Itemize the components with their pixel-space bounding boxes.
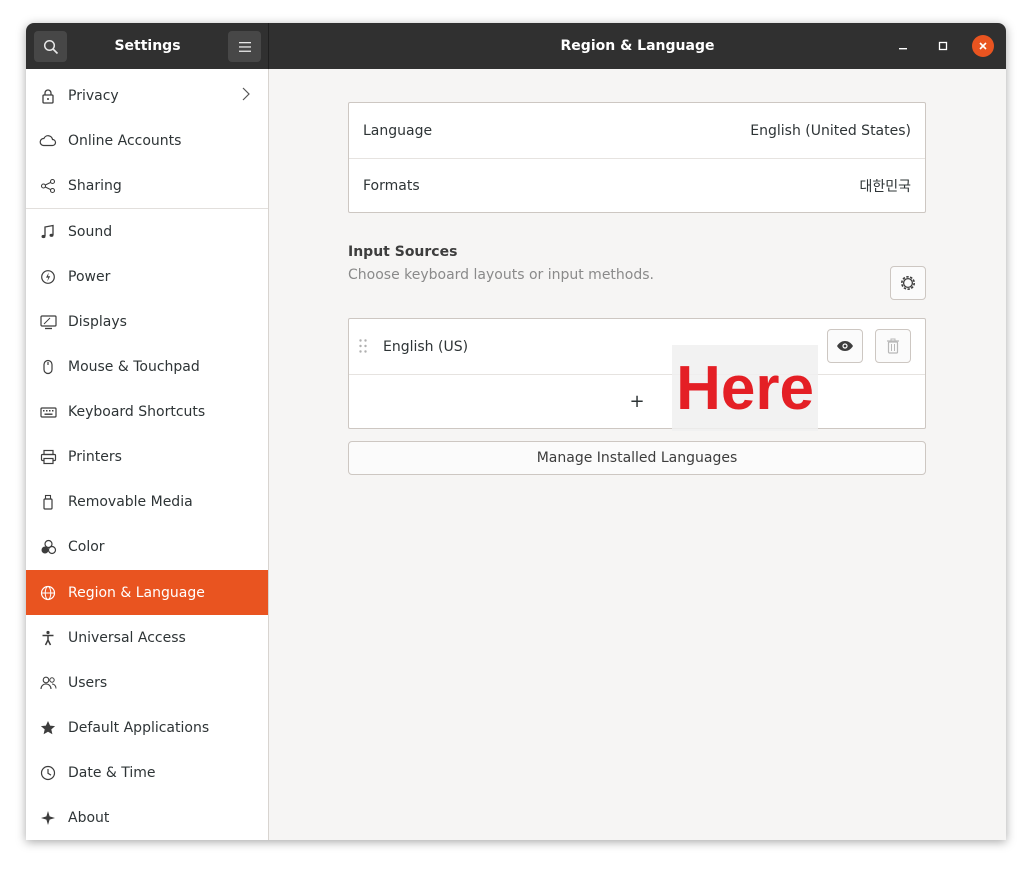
gear-icon: [901, 276, 915, 290]
sidebar-header: Settings: [26, 23, 269, 69]
hamburger-icon: [238, 41, 251, 52]
mouse-icon: [39, 358, 57, 376]
manage-installed-languages-button[interactable]: Manage Installed Languages: [348, 441, 926, 475]
sidebar-item-label: Default Applications: [68, 719, 210, 736]
input-sources-options-button[interactable]: [890, 266, 926, 300]
sidebar-item-privacy[interactable]: Privacy: [26, 73, 268, 118]
color-icon: [39, 538, 57, 556]
music-note-icon: [39, 223, 57, 241]
preview-layout-button[interactable]: [827, 329, 863, 363]
users-icon: [39, 674, 57, 692]
language-value: English (United States): [750, 122, 911, 139]
chevron-right-icon: [242, 87, 250, 105]
add-input-source-row[interactable]: +: [349, 374, 925, 429]
sidebar-item-label: Printers: [68, 448, 122, 465]
sidebar-item-displays[interactable]: Displays: [26, 299, 268, 344]
main-panel: Language English (United States) Formats…: [269, 69, 1006, 840]
printer-icon: [39, 448, 57, 466]
sidebar-item-label: Sound: [68, 223, 113, 240]
sidebar-item-default-applications[interactable]: Default Applications: [26, 705, 268, 750]
share-icon: [39, 177, 57, 195]
sidebar-item-users[interactable]: Users: [26, 660, 268, 705]
annotation-label: Here: [672, 345, 818, 431]
sidebar-item-label: Universal Access: [68, 629, 186, 646]
search-button[interactable]: [34, 31, 67, 62]
maximize-button[interactable]: [932, 35, 954, 57]
sidebar-item-label: Users: [68, 674, 108, 691]
language-row[interactable]: Language English (United States): [349, 103, 925, 158]
sidebar-title: Settings: [114, 38, 181, 54]
keyboard-icon: [39, 403, 57, 421]
sidebar-item-sound[interactable]: Sound: [26, 209, 268, 254]
sidebar-item-label: Mouse & Touchpad: [68, 358, 200, 375]
minimize-icon: [899, 48, 907, 50]
accessibility-icon: [39, 629, 57, 647]
lock-icon: [39, 87, 57, 105]
sidebar-item-label: About: [68, 809, 110, 826]
formats-row[interactable]: Formats 대한민국: [349, 158, 925, 213]
sidebar-item-label: Online Accounts: [68, 132, 182, 149]
settings-window: Settings Region & Language Privacy Onlin…: [26, 23, 1006, 840]
sidebar-item-label: Power: [68, 268, 111, 285]
sidebar-item-color[interactable]: Color: [26, 524, 268, 569]
add-icon: +: [629, 391, 645, 412]
sidebar-item-universal-access[interactable]: Universal Access: [26, 615, 268, 660]
search-icon: [43, 39, 58, 54]
display-icon: [39, 313, 57, 331]
sidebar-item-label: Privacy: [68, 87, 119, 104]
input-sources-heading: Input Sources: [348, 244, 458, 260]
drag-handle-icon[interactable]: [358, 338, 368, 358]
sidebar-item-label: Color: [68, 538, 105, 555]
sidebar-item-sharing[interactable]: Sharing: [26, 163, 268, 208]
sidebar-item-keyboard-shortcuts[interactable]: Keyboard Shortcuts: [26, 389, 268, 434]
sidebar-item-removable-media[interactable]: Removable Media: [26, 479, 268, 524]
maximize-icon: [938, 41, 948, 51]
sidebar-item-label: Removable Media: [68, 493, 193, 510]
formats-value: 대한민국: [859, 178, 911, 195]
star-icon: [39, 719, 57, 737]
sidebar-item-mouse-touchpad[interactable]: Mouse & Touchpad: [26, 344, 268, 389]
input-sources-subtitle: Choose keyboard layouts or input methods…: [348, 267, 654, 283]
minimize-button[interactable]: [892, 35, 914, 57]
input-sources-list: English (US) +: [348, 318, 926, 429]
sidebar-item-label: Date & Time: [68, 764, 156, 781]
globe-icon: [39, 584, 57, 602]
close-icon: [979, 42, 987, 50]
input-source-label: English (US): [383, 338, 469, 355]
power-icon: [39, 268, 57, 286]
sidebar-item-online-accounts[interactable]: Online Accounts: [26, 118, 268, 163]
sparkle-icon: [39, 809, 57, 827]
sidebar: Privacy Online Accounts Sharing Sound Po…: [26, 69, 269, 840]
sidebar-item-region-language[interactable]: Region & Language: [26, 570, 268, 615]
sidebar-item-label: Keyboard Shortcuts: [68, 403, 206, 420]
usb-drive-icon: [39, 493, 57, 511]
cloud-icon: [39, 132, 57, 150]
eye-icon: [837, 341, 853, 351]
sidebar-item-label: Displays: [68, 313, 127, 330]
formats-label: Formats: [363, 177, 420, 194]
input-source-row[interactable]: English (US): [349, 319, 925, 374]
sidebar-item-about[interactable]: About: [26, 795, 268, 840]
sidebar-item-date-time[interactable]: Date & Time: [26, 750, 268, 795]
sidebar-item-printers[interactable]: Printers: [26, 434, 268, 479]
sidebar-item-power[interactable]: Power: [26, 254, 268, 299]
remove-input-source-button[interactable]: [875, 329, 911, 363]
header-bar: Settings Region & Language: [26, 23, 1006, 69]
clock-icon: [39, 764, 57, 782]
language-formats-list: Language English (United States) Formats…: [348, 102, 926, 213]
close-button[interactable]: [972, 35, 994, 57]
language-label: Language: [363, 122, 433, 139]
menu-button[interactable]: [228, 31, 261, 62]
sidebar-item-label: Region & Language: [68, 584, 205, 601]
sidebar-item-label: Sharing: [68, 177, 122, 194]
trash-icon: [887, 338, 899, 354]
